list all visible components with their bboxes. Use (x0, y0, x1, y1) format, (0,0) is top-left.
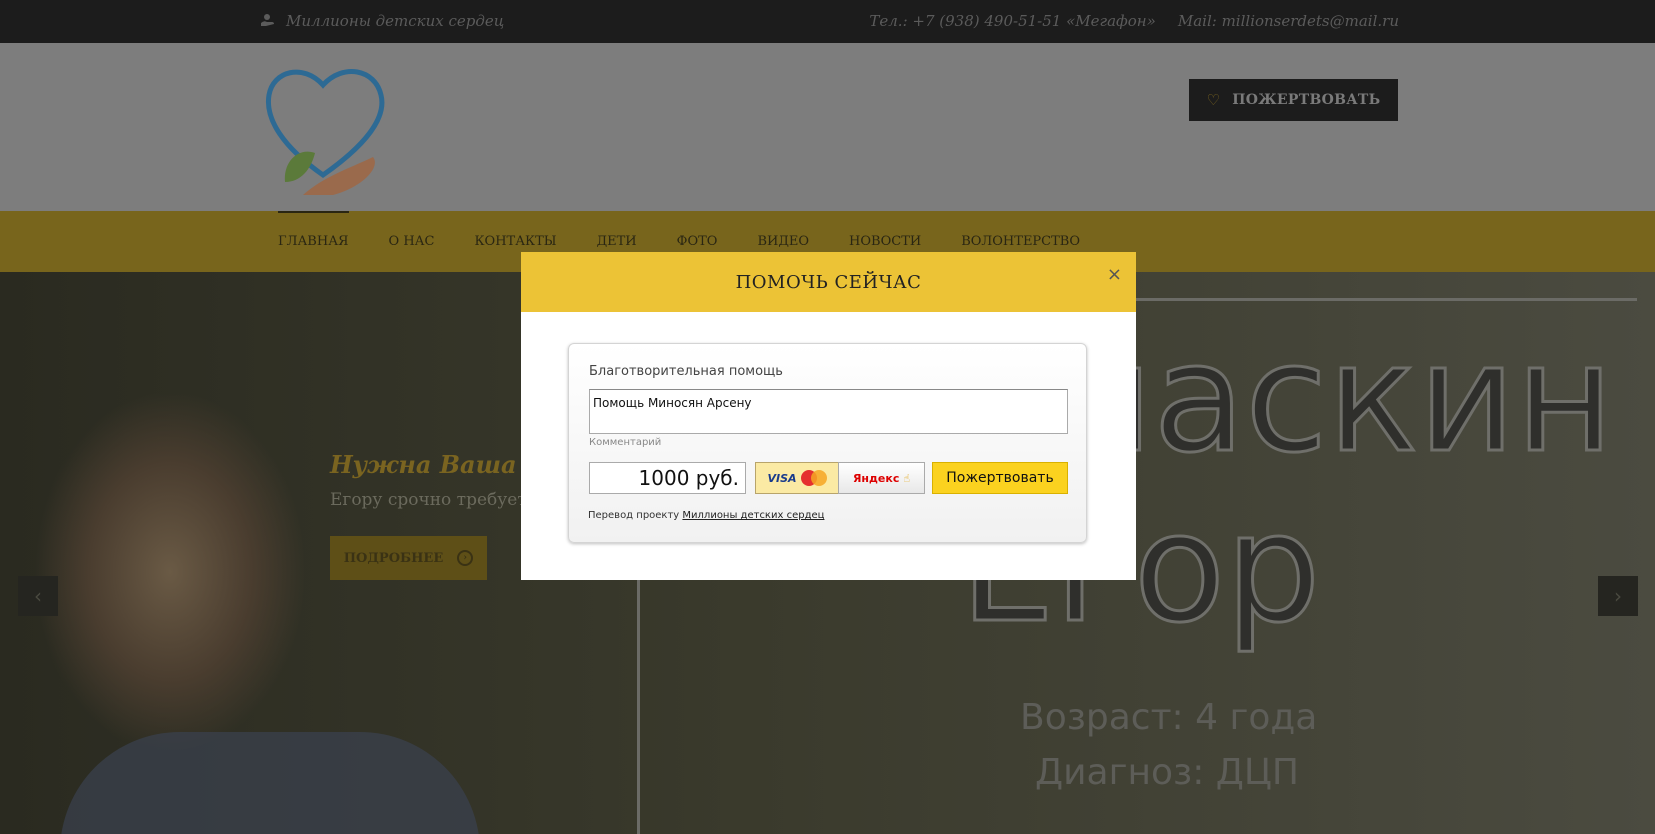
yandex-label: Яндекс (852, 471, 900, 485)
footer-prefix: Перевод проекту (588, 510, 680, 521)
visa-label: VISA (767, 471, 797, 485)
nav-item-home[interactable]: ГЛАВНАЯ (278, 211, 349, 272)
widget-footer: Перевод проекту Миллионы детских сердец (588, 510, 824, 521)
heart-logo-icon (265, 69, 385, 195)
child-photo-shirt (60, 732, 480, 834)
phone-text: Тел.: +7 (938) 490-51-51 «Мегафон» (869, 12, 1156, 30)
hero-subtitle: Егору срочно требуется (330, 490, 547, 510)
top-brand-text: Миллионы детских сердец (286, 12, 505, 30)
mail-link[interactable]: Mail: millionserdets@mail.ru (1178, 12, 1399, 30)
help-now-modal: ПОМОЧЬ СЕЙЧАС × Благотворительная помощь… (521, 252, 1136, 580)
close-icon[interactable]: × (1107, 264, 1122, 285)
slider-prev-button[interactable]: ‹ (18, 576, 58, 616)
pay-by-card-button[interactable]: VISA (755, 462, 839, 494)
heart-icon: ♡ (1206, 91, 1221, 109)
site-logo[interactable] (263, 57, 393, 197)
yandex-hand-icon: ☝ (903, 471, 911, 485)
mastercard-icon (800, 470, 827, 486)
modal-title: ПОМОЧЬ СЕЙЧАС (735, 271, 922, 293)
top-brand: Миллионы детских сердец (258, 12, 504, 30)
slider-next-button[interactable]: › (1598, 576, 1638, 616)
project-link[interactable]: Миллионы детских сердец (682, 510, 824, 521)
comment-label: Комментарий (589, 437, 662, 448)
arrow-circle-icon: › (457, 550, 474, 566)
purpose-field[interactable]: Помощь Миносян Арсену (589, 389, 1068, 434)
top-contacts: Тел.: +7 (938) 490-51-51 «Мегафон» Mail:… (869, 12, 1399, 30)
nav-item-about[interactable]: О НАС (389, 211, 435, 272)
poster-age: Возраст: 4 года (1020, 697, 1318, 738)
donate-label: ПОЖЕРТВОВАТЬ (1232, 92, 1381, 108)
modal-header: ПОМОЧЬ СЕЙЧАС × (521, 252, 1136, 312)
top-bar: Миллионы детских сердец Тел.: +7 (938) 4… (0, 0, 1655, 43)
poster-diagnosis: Диагноз: ДЦП (1035, 752, 1299, 793)
yandex-money-widget: Благотворительная помощь Помощь Миносян … (568, 343, 1087, 543)
site-header: ♡ ПОЖЕРТВОВАТЬ (0, 43, 1655, 211)
pay-by-yandex-button[interactable]: Яндекс ☝ (838, 462, 925, 494)
widget-label: Благотворительная помощь (589, 364, 783, 379)
more-label: ПОДРОБНЕЕ (343, 550, 444, 566)
donate-submit-button[interactable]: Пожертвовать (932, 462, 1068, 494)
amount-input[interactable]: 1000 руб. (589, 462, 746, 494)
hand-heart-icon (261, 14, 274, 26)
more-button[interactable]: ПОДРОБНЕЕ › (330, 536, 487, 580)
donate-button-header[interactable]: ♡ ПОЖЕРТВОВАТЬ (1189, 79, 1398, 121)
